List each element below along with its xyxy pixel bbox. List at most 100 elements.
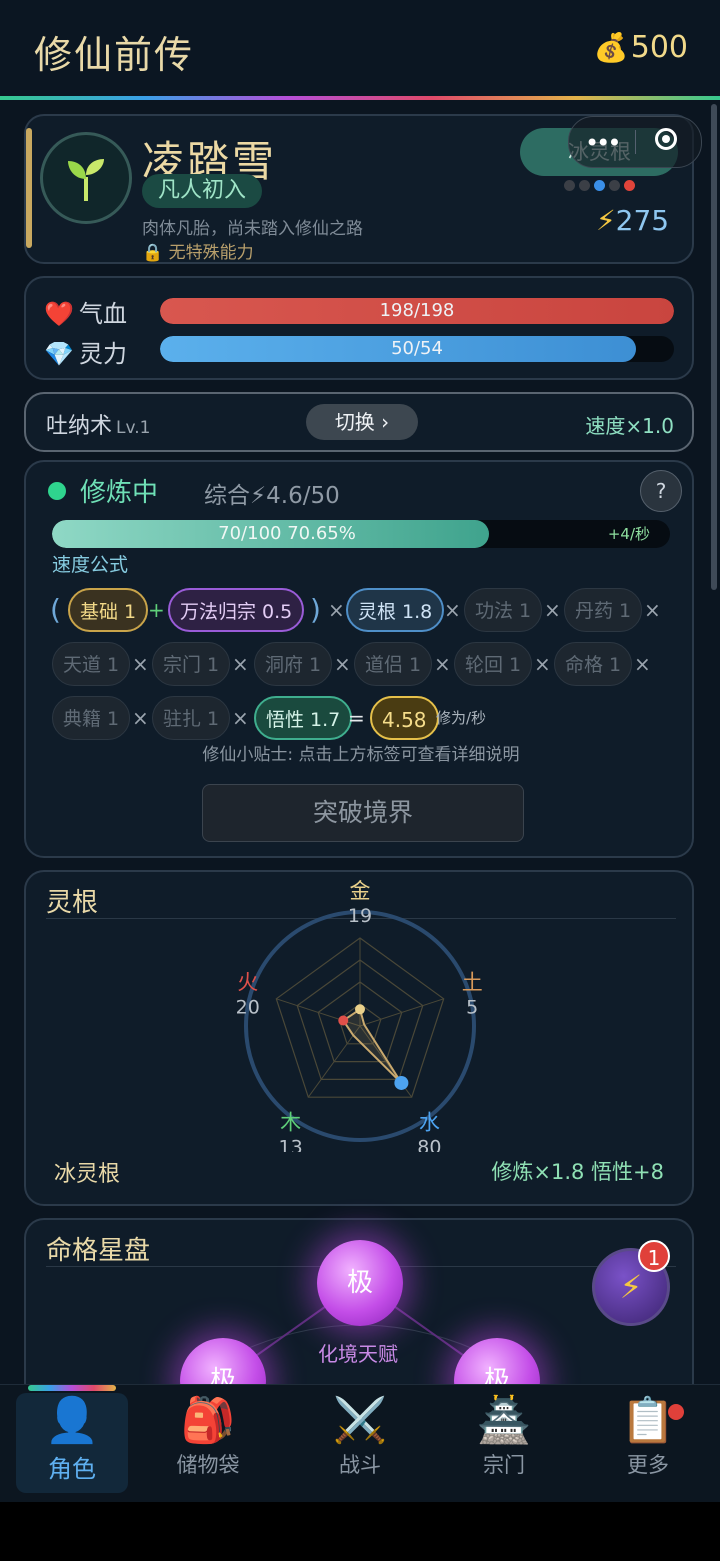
chip-root[interactable]: 灵根 1.8 [346,588,445,632]
mp-row: 💎 灵力 [44,334,127,369]
radar-value-shape [341,1007,403,1084]
bottom-safe-area [0,1502,720,1561]
root-dot [564,180,575,191]
nav-label: 更多 [627,1453,669,1477]
technique-name: 吐纳术 Lv.1 [46,408,150,440]
nav-storage-bag[interactable]: 🎒 储物袋 [152,1393,264,1493]
mini-program-capsule[interactable]: ••• [568,116,702,168]
spirit-root-radar: 金19 土5 水 80 木 13 火20 [236,879,483,1152]
technique-level: Lv.1 [116,418,151,438]
gold-amount: 500 [630,30,688,65]
op-times: × [544,598,561,622]
radar-element-label: 水 [419,1110,440,1134]
radar-point [394,1075,409,1090]
op-equals: = [348,706,365,730]
root-dot [624,180,635,191]
chip-base[interactable]: 基础 1 [68,588,149,632]
hp-label: 气血 [78,300,127,328]
destiny-orb-label: 化境天赋 [318,1342,398,1366]
radar-element-label: 木 [280,1110,301,1134]
hp-row: ❤️ 气血 [44,294,127,329]
stats-card: ❤️ 气血 198/198 💎 灵力 50/54 [24,276,694,380]
chip-daolv[interactable]: 道侣 1 [354,642,433,686]
result-unit: 修为/秒 [436,709,487,727]
chip-tiandao[interactable]: 天道 1 [52,642,131,686]
bottom-nav: 👤 角色 🎒 储物袋 ⚔️ 战斗 🏯 宗门 📋 更多 [0,1384,720,1503]
nav-more[interactable]: 📋 更多 [592,1393,704,1493]
spirit-root-bonus: 修炼×1.8 悟性+8 [491,1160,664,1184]
nav-sect[interactable]: 🏯 宗门 [448,1393,560,1493]
nav-battle[interactable]: ⚔️ 战斗 [304,1393,416,1493]
chip-zongmen[interactable]: 宗门 1 [152,642,231,686]
technique-card: 吐纳术 Lv.1 切换 › 速度×1.0 [24,392,694,452]
radar-element-label: 金 [350,879,371,903]
cultivation-rate: +4/秒 [607,525,650,543]
op-times: × [334,652,351,676]
root-dot [579,180,590,191]
close-circle-icon[interactable] [655,128,677,150]
nav-label: 角色 [48,1455,96,1483]
hp-bar: 198/198 [160,298,674,324]
nav-rainbow-indicator [28,1385,116,1391]
op-times: × [534,652,551,676]
root-dot [609,180,620,191]
op-times: × [444,598,461,622]
op-times: × [434,652,451,676]
chip-dianji[interactable]: 典籍 1 [52,696,131,740]
breakthrough-button[interactable]: 突破境界 [202,784,524,842]
cultivation-progress-text: 70/100 70.65% [218,523,356,544]
realm-description: 肉体凡胎，尚未踏入修仙之路 [142,219,363,239]
lock-icon: 🔒 [142,243,164,263]
formula-label: 速度公式 [52,554,129,576]
help-button[interactable]: ? [640,470,682,512]
status-dot [48,482,66,500]
nav-label: 宗门 [483,1453,525,1477]
op-plus: + [148,598,165,622]
chip-wuxing[interactable]: 悟性 1.7 [254,696,353,740]
chip-wanfa[interactable]: 万法归宗 0.5 [168,588,305,632]
app-title: 修仙前传 [34,33,195,77]
destiny-orb-top[interactable]: 极 [317,1240,403,1326]
radar-element-value: 5 [466,997,478,1019]
radar-element-value: 13 [279,1136,303,1152]
mp-text: 50/54 [391,338,443,359]
radar-point [338,1015,349,1026]
chip-mingge[interactable]: 命格 1 [554,642,633,686]
scrollbar[interactable] [711,104,717,590]
technique-speed: 速度×1.0 [585,414,674,438]
chip-lunhui[interactable]: 轮回 1 [454,642,533,686]
cultivation-progress-bar: 70/100 70.65% +4/秒 [52,520,670,548]
clipboard-icon: 📋 [620,1395,676,1446]
chip-gongfa[interactable]: 功法 1 [464,588,543,632]
rainbow-divider [0,96,720,100]
ability-text: 无特殊能力 [168,243,254,263]
lightning-icon: ⚡ [619,1268,643,1306]
nav-character[interactable]: 👤 角色 [16,1393,128,1493]
mp-bar: 50/54 [160,336,674,362]
radar-element-value: 19 [348,905,372,927]
heart-icon: ❤️ [44,300,74,328]
cultivation-summary: 综合⚡4.6/50 [204,483,340,509]
radar-element-label: 火 [237,971,258,995]
diamond-icon: 💎 [44,340,74,368]
root-dot [594,180,605,191]
notification-badge: 1 [638,1240,670,1272]
chip-result[interactable]: 4.58 [370,696,439,740]
cultivation-card: 修炼中 综合⚡4.6/50 ? 70/100 70.65% +4/秒 速度公式 … [24,460,694,858]
lightning-icon: ⚡ [596,204,616,237]
chip-zhuzha[interactable]: 驻扎 1 [152,696,231,740]
radar-element-label: 土 [462,971,483,995]
radar-element-value: 20 [236,997,260,1019]
radar-element-value: 80 [417,1136,441,1152]
more-dots-icon[interactable]: ••• [585,129,622,157]
switch-technique-button[interactable]: 切换 › [306,404,418,440]
chip-danyao[interactable]: 丹药 1 [564,588,643,632]
person-icon: 👤 [44,1395,100,1446]
root-dots [564,180,635,191]
gold-counter[interactable]: 💰500 [594,30,688,65]
avatar[interactable] [40,132,132,224]
chip-dongfu[interactable]: 洞府 1 [254,642,333,686]
op-times: × [644,598,661,622]
op-times: × [328,598,345,622]
technique-title: 吐纳术 [46,414,113,439]
